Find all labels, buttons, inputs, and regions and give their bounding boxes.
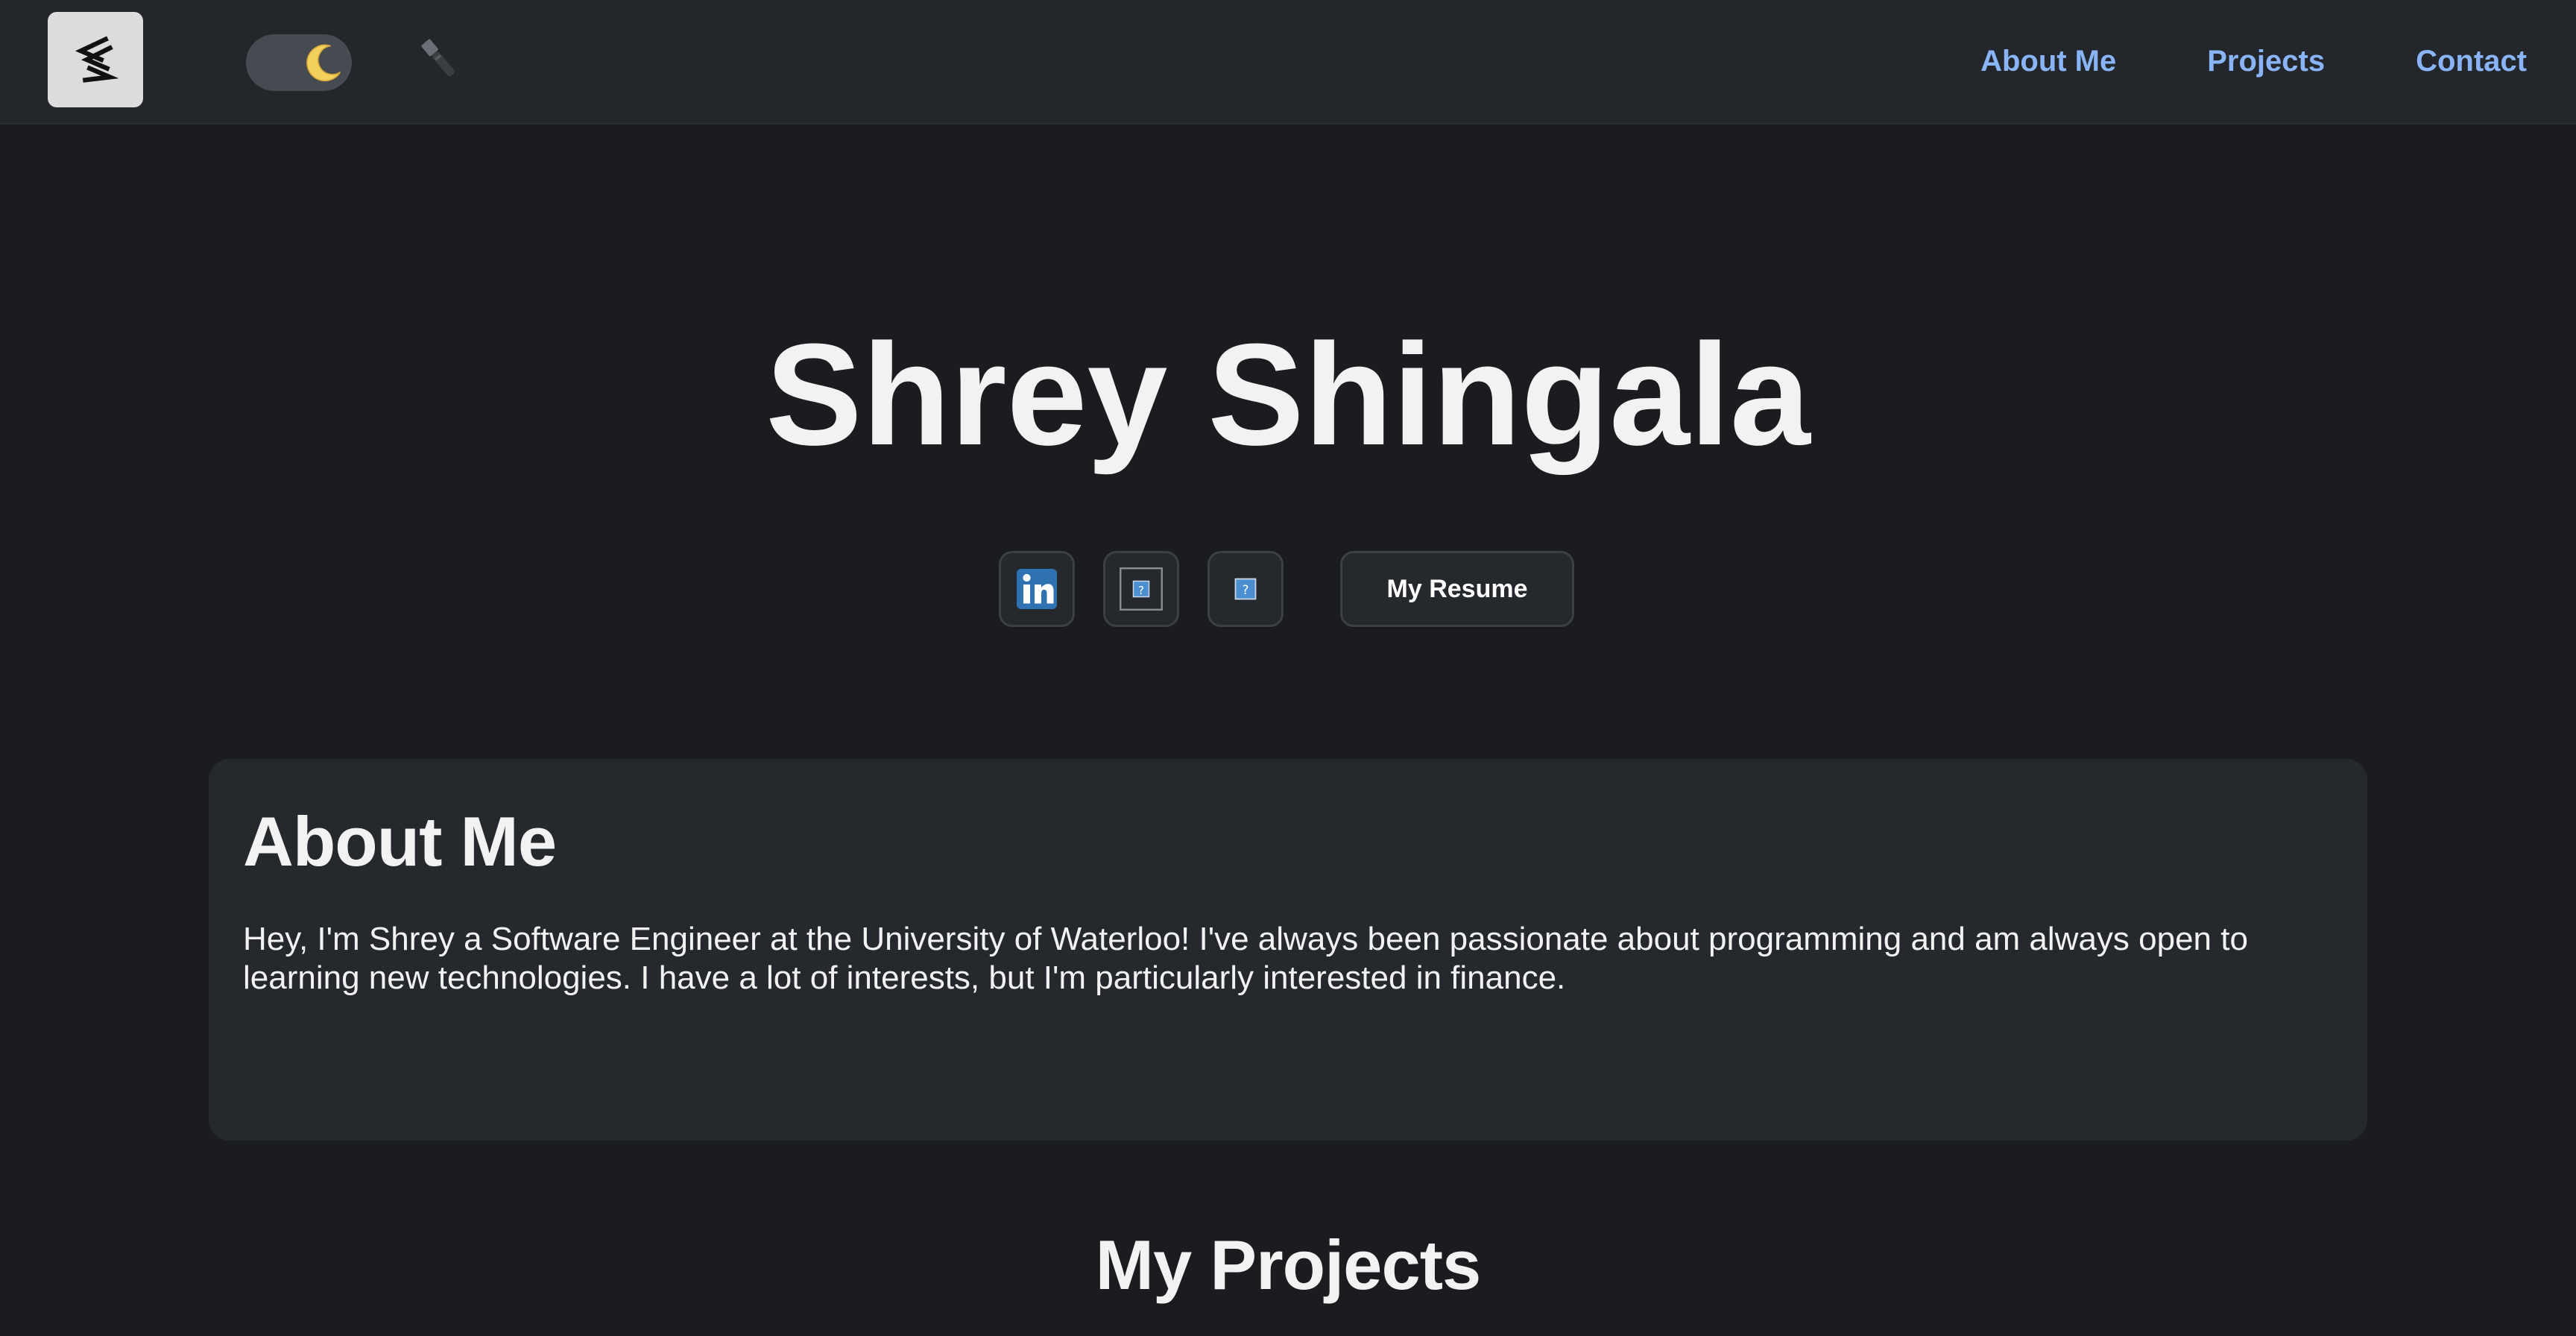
flashlight-toggle[interactable] xyxy=(411,31,468,88)
about-section: About Me Hey, I'm Shrey a Software Engin… xyxy=(209,759,2367,1141)
site-logo[interactable] xyxy=(48,12,143,107)
about-text: Hey, I'm Shrey a Software Engineer at th… xyxy=(243,921,2248,996)
projects-title: My Projects xyxy=(1095,1226,1482,1304)
hero-name: Shrey Shingala xyxy=(765,314,1811,476)
social-links: ? ? My Resume xyxy=(999,551,1574,627)
theme-toggle-knob xyxy=(298,37,349,88)
stylized-s-logo-icon xyxy=(75,36,119,83)
social-button-2[interactable]: ? xyxy=(1103,551,1179,627)
linkedin-button[interactable] xyxy=(999,551,1075,627)
linkedin-icon xyxy=(1017,569,1057,609)
svg-text:?: ? xyxy=(1138,584,1144,597)
about-title: About Me xyxy=(243,802,557,880)
broken-image-icon: ? xyxy=(1234,578,1257,600)
navbar: About Me Projects Contact xyxy=(0,0,2576,125)
social-button-3[interactable]: ? xyxy=(1208,551,1284,627)
nav-links: About Me Projects Contact xyxy=(1980,0,2527,123)
nav-link-projects[interactable]: Projects xyxy=(2207,45,2325,78)
resume-button[interactable]: My Resume xyxy=(1340,551,1574,627)
broken-image-icon: ? xyxy=(1120,567,1163,611)
svg-text:?: ? xyxy=(1243,583,1249,597)
nav-link-about-me[interactable]: About Me xyxy=(1980,45,2116,78)
nav-link-contact[interactable]: Contact xyxy=(2416,45,2527,78)
moon-icon xyxy=(306,44,341,82)
flashlight-icon xyxy=(421,39,455,77)
theme-toggle[interactable] xyxy=(246,34,352,91)
